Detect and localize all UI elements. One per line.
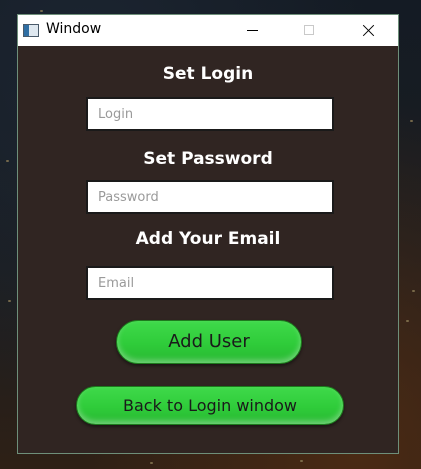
add-email-label: Add Your Email xyxy=(135,229,281,249)
window-title: Window xyxy=(46,21,102,37)
add-user-button[interactable]: Add User xyxy=(116,320,302,364)
background-speck xyxy=(6,160,9,162)
set-password-label: Set Password xyxy=(143,149,273,169)
minimize-icon[interactable] xyxy=(230,15,276,46)
background-speck xyxy=(410,120,413,122)
login-input[interactable] xyxy=(86,97,334,131)
password-input[interactable] xyxy=(86,180,334,214)
maximize-icon[interactable] xyxy=(287,15,333,46)
background-speck xyxy=(150,462,153,464)
back-to-login-button[interactable]: Back to Login window xyxy=(76,386,344,425)
background-speck xyxy=(412,290,415,292)
background-speck xyxy=(40,10,43,12)
background-speck xyxy=(406,320,409,322)
set-login-label: Set Login xyxy=(162,64,254,84)
close-icon[interactable] xyxy=(345,15,391,46)
app-window-icon xyxy=(23,24,39,37)
background-speck xyxy=(8,300,11,302)
email-input[interactable] xyxy=(86,266,334,300)
app-window: Window Set Login Set Password Add Your E… xyxy=(17,14,399,454)
title-bar[interactable]: Window xyxy=(18,15,398,46)
background-speck xyxy=(300,460,303,462)
